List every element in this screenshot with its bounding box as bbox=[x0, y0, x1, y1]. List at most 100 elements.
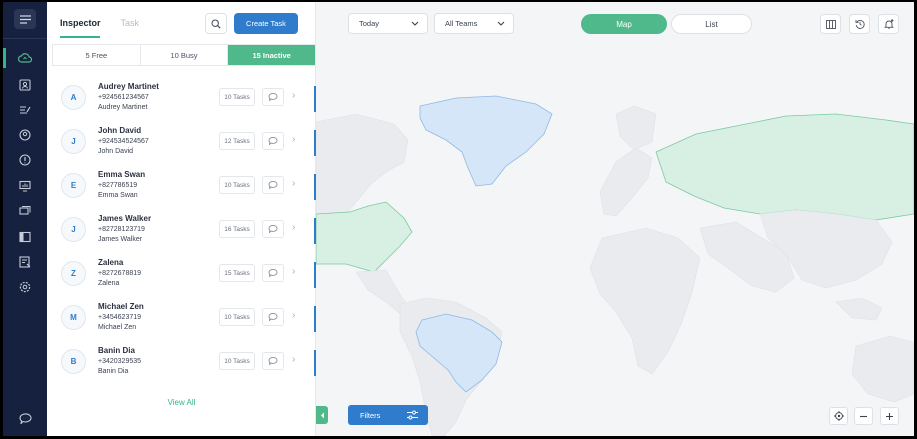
person-subtitle: James Walker bbox=[98, 236, 143, 243]
person-phone: +3420329535 bbox=[98, 358, 142, 365]
list-view-toggle[interactable]: List bbox=[671, 14, 752, 34]
message-button[interactable] bbox=[262, 264, 284, 282]
collapse-panel-button[interactable] bbox=[316, 406, 328, 424]
person-name: Emma Swan bbox=[98, 170, 146, 179]
status-tab-busy[interactable]: 10 Busy bbox=[141, 45, 229, 65]
message-button[interactable] bbox=[262, 308, 284, 326]
task-count-badge[interactable]: 10 Tasks bbox=[219, 308, 255, 326]
active-tab-indicator bbox=[60, 36, 100, 38]
edit-list-icon[interactable] bbox=[15, 100, 35, 120]
person-name: Zalena bbox=[98, 258, 124, 267]
task-count-badge[interactable]: 10 Tasks bbox=[219, 88, 255, 106]
tab-task[interactable]: Task bbox=[121, 18, 140, 28]
team-filter-dropdown[interactable]: All Teams bbox=[434, 13, 514, 34]
list-item[interactable]: J James Walker +82728123719 James Walker… bbox=[47, 206, 316, 250]
zoom-in-button[interactable] bbox=[880, 407, 899, 425]
chevron-right-icon[interactable]: › bbox=[292, 134, 295, 146]
message-icon bbox=[268, 137, 278, 145]
chevron-right-icon[interactable]: › bbox=[292, 222, 295, 234]
inspector-panel: Inspector Task Create Task 5 Free 10 Bus… bbox=[47, 2, 316, 436]
list-item[interactable]: M Michael Zen +3454623719 Michael Zen 10… bbox=[47, 294, 316, 338]
recenter-button[interactable] bbox=[829, 407, 848, 425]
filters-button[interactable]: Filters bbox=[348, 405, 428, 425]
chevron-right-icon[interactable]: › bbox=[292, 354, 295, 366]
search-button[interactable] bbox=[205, 13, 227, 34]
person-subtitle: Banin Dia bbox=[98, 368, 129, 375]
message-button[interactable] bbox=[262, 88, 284, 106]
person-name: John David bbox=[98, 126, 142, 135]
message-button[interactable] bbox=[262, 176, 284, 194]
team-filter-value: All Teams bbox=[445, 19, 478, 28]
message-icon bbox=[268, 225, 278, 233]
chevron-right-icon[interactable]: › bbox=[292, 90, 295, 102]
message-icon bbox=[268, 313, 278, 321]
map-canvas bbox=[316, 2, 914, 436]
person-phone: +3454623719 bbox=[98, 314, 142, 321]
list-item[interactable]: E Emma Swan +827786519 Emma Swan 10 Task… bbox=[47, 162, 316, 206]
task-count-badge[interactable]: 10 Tasks bbox=[219, 352, 255, 370]
message-button[interactable] bbox=[262, 132, 284, 150]
alert-icon[interactable] bbox=[15, 150, 35, 170]
world-map[interactable]: Today All Teams Map List Filters bbox=[316, 2, 914, 436]
person-phone: +924534524567 bbox=[98, 138, 149, 145]
message-icon bbox=[268, 269, 278, 277]
task-count-badge[interactable]: 16 Tasks bbox=[219, 220, 255, 238]
cards-icon[interactable] bbox=[15, 201, 35, 221]
view-all-link[interactable]: View All bbox=[47, 398, 316, 407]
zoom-out-button[interactable] bbox=[854, 407, 873, 425]
create-task-button[interactable]: Create Task bbox=[234, 13, 298, 34]
list-item[interactable]: J John David +924534524567 John David 12… bbox=[47, 118, 316, 162]
contacts-icon[interactable] bbox=[15, 75, 35, 95]
person-name: Audrey Martinet bbox=[98, 82, 159, 91]
avatar: M bbox=[61, 305, 86, 330]
monitor-chart-icon[interactable] bbox=[15, 176, 35, 196]
person-subtitle: John David bbox=[98, 148, 134, 155]
task-count-badge[interactable]: 15 Tasks bbox=[219, 264, 255, 282]
date-filter-dropdown[interactable]: Today bbox=[348, 13, 428, 34]
person-name: James Walker bbox=[98, 214, 152, 223]
message-button[interactable] bbox=[262, 352, 284, 370]
cloud-sync-icon[interactable] bbox=[3, 48, 35, 68]
chevron-right-icon[interactable]: › bbox=[292, 310, 295, 322]
person-subtitle: Michael Zen bbox=[98, 324, 137, 331]
person-subtitle: Audrey Martinet bbox=[98, 104, 148, 111]
person-phone: +8272678819 bbox=[98, 270, 142, 277]
person-name: Banin Dia bbox=[98, 346, 135, 355]
list-item[interactable]: A Audrey Martinet +924561234567 Audrey M… bbox=[47, 74, 316, 118]
rail-divider bbox=[3, 38, 47, 39]
message-icon bbox=[268, 181, 278, 189]
columns-icon bbox=[825, 19, 836, 29]
message-button[interactable] bbox=[262, 220, 284, 238]
task-count-badge[interactable]: 12 Tasks bbox=[219, 132, 255, 150]
task-count-badge[interactable]: 10 Tasks bbox=[219, 176, 255, 194]
report-icon[interactable] bbox=[15, 252, 35, 272]
plus-icon bbox=[886, 412, 893, 420]
user-circle-icon[interactable] bbox=[15, 125, 35, 145]
status-tab-inactive[interactable]: 15 Inactive bbox=[228, 45, 316, 65]
minus-icon bbox=[860, 415, 867, 417]
date-filter-value: Today bbox=[359, 19, 380, 28]
menu-icon[interactable] bbox=[14, 9, 36, 29]
list-item[interactable]: B Banin Dia +3420329535 Banin Dia 10 Tas… bbox=[47, 338, 316, 382]
status-tab-free[interactable]: 5 Free bbox=[53, 45, 141, 65]
history-button[interactable] bbox=[849, 14, 870, 34]
list-item[interactable]: Z Zalena +8272678819 Zalena 15 Tasks › bbox=[47, 250, 316, 294]
columns-layout-button[interactable] bbox=[820, 14, 841, 34]
person-subtitle: Zalena bbox=[98, 280, 120, 287]
chevron-down-icon bbox=[497, 21, 505, 26]
notifications-button[interactable] bbox=[878, 14, 899, 34]
chat-icon[interactable] bbox=[15, 408, 35, 428]
chevron-right-icon[interactable]: › bbox=[292, 178, 295, 190]
avatar: J bbox=[61, 129, 86, 154]
chevron-right-icon[interactable]: › bbox=[292, 266, 295, 278]
crosshair-icon bbox=[833, 411, 844, 421]
settings-icon[interactable] bbox=[15, 277, 35, 297]
bell-icon bbox=[883, 19, 894, 29]
avatar: Z bbox=[61, 261, 86, 286]
status-filter-tabs: 5 Free 10 Busy 15 Inactive bbox=[52, 44, 316, 66]
chevron-down-icon bbox=[411, 21, 419, 26]
map-view-toggle[interactable]: Map bbox=[581, 14, 667, 34]
layout-icon[interactable] bbox=[15, 227, 35, 247]
tab-inspector[interactable]: Inspector bbox=[60, 18, 101, 28]
person-subtitle: Emma Swan bbox=[98, 192, 138, 199]
